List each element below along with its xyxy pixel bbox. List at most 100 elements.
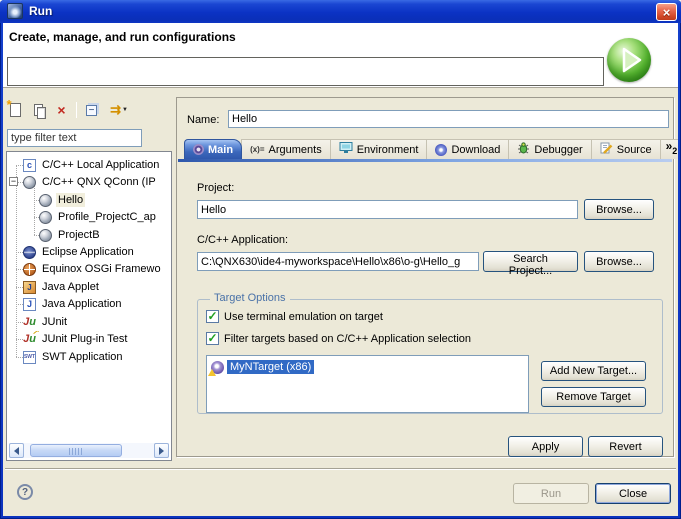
tab-arguments[interactable]: (x)= Arguments [241, 139, 331, 159]
tab-source[interactable]: Source [591, 139, 661, 159]
tree-item-java-application[interactable]: J Java Application [7, 296, 169, 312]
filter-icon: ⇉ [110, 104, 121, 116]
config-toolbar: * × − ⇉ ▼ [5, 99, 136, 121]
debugger-tab-icon [517, 142, 530, 157]
tree-item-eclipse-application[interactable]: Eclipse Application [7, 244, 169, 260]
c-application-icon: c [23, 159, 36, 172]
scroll-right-arrow[interactable] [154, 443, 169, 458]
run-button[interactable]: Run [513, 483, 589, 504]
qnx-qconn-icon [23, 176, 36, 189]
filter-targets-checkbox[interactable]: ✓ [206, 332, 219, 345]
search-project-button[interactable]: Search Project... [483, 251, 578, 272]
play-triangle-icon [607, 38, 651, 82]
close-window-button[interactable]: × [656, 3, 677, 21]
close-icon: × [663, 6, 671, 19]
download-tab-icon [435, 144, 447, 156]
header-banner: Create, manage, and run configurations [3, 23, 678, 88]
delete-icon: × [57, 103, 65, 117]
java-applet-icon: J [23, 281, 36, 294]
collapse-all-button[interactable]: − [81, 100, 102, 120]
warning-overlay-icon [208, 369, 216, 376]
check-icon: ✓ [207, 333, 217, 343]
filter-targets-checkrow: ✓ Filter targets based on C/C++ Applicat… [206, 332, 471, 345]
dropdown-caret-icon: ▼ [122, 107, 128, 113]
target-icon [211, 361, 224, 374]
tree-item-swt-application[interactable]: SWT SWT Application [7, 349, 169, 365]
java-application-icon: J [23, 298, 36, 311]
toolbar-separator [76, 102, 77, 118]
run-dialog: Run × Create, manage, and run configurat… [0, 0, 681, 519]
close-button[interactable]: Close [595, 483, 671, 504]
tab-underline [178, 159, 672, 162]
name-input[interactable] [228, 110, 669, 128]
tree-item-c-local-application[interactable]: c C/C++ Local Application [7, 157, 169, 173]
project-input[interactable] [197, 200, 578, 219]
tree-item-junit[interactable]: Ju JUnit [7, 314, 169, 330]
check-icon: ✓ [207, 311, 217, 321]
qnx-config-icon [39, 229, 52, 242]
project-browse-button[interactable]: Browse... [584, 199, 654, 220]
tree-item-profile-projectc[interactable]: Profile_ProjectC_ap [7, 209, 169, 225]
sparkle-icon: * [6, 97, 11, 112]
chevron-icon: » [666, 140, 673, 152]
terminal-emulation-checkrow: ✓ Use terminal emulation on target [206, 310, 383, 323]
dialog-heading: Create, manage, and run configurations [9, 30, 236, 44]
tree-item-qnx-qconn[interactable]: C/C++ QNX QConn (IP [7, 174, 169, 190]
title-bar[interactable]: Run × [0, 0, 681, 23]
tree-item-projectb[interactable]: ProjectB [7, 227, 169, 243]
tab-environment[interactable]: Environment [330, 139, 428, 159]
filter-input[interactable] [7, 129, 142, 147]
filter-configurations-button[interactable]: ⇉ ▼ [104, 100, 134, 120]
footer-separator [5, 468, 676, 470]
equinox-osgi-icon [23, 263, 36, 276]
window-icon [7, 3, 23, 19]
expander-minus-icon[interactable]: − [9, 177, 18, 186]
tab-main[interactable]: Main [184, 139, 242, 159]
tree-item-equinox-osgi[interactable]: Equinox OSGi Framewo [7, 261, 169, 277]
duplicate-config-icon [31, 102, 47, 119]
arguments-tab-icon: (x)= [250, 145, 264, 154]
duplicate-configuration-button[interactable] [28, 100, 49, 120]
application-label: C/C++ Application: [197, 234, 288, 246]
qnx-config-icon [39, 194, 52, 207]
eclipse-application-icon [23, 246, 36, 259]
tree-item-junit-plugin-test[interactable]: Ju↗ JUnit Plug-in Test [7, 331, 169, 347]
terminal-emulation-checkbox[interactable]: ✓ [206, 310, 219, 323]
window-title: Run [29, 4, 52, 18]
help-button[interactable]: ? [17, 484, 33, 500]
remove-target-button[interactable]: Remove Target [541, 387, 646, 407]
help-icon: ? [22, 487, 28, 498]
target-options-title: Target Options [210, 292, 290, 304]
delete-configuration-button[interactable]: × [51, 100, 72, 120]
application-input[interactable] [197, 252, 479, 271]
target-list[interactable]: MyNTarget (x86) [206, 355, 529, 413]
name-label: Name: [187, 114, 219, 126]
tree-horizontal-scrollbar[interactable] [9, 443, 169, 458]
target-list-item[interactable]: MyNTarget (x86) [211, 360, 314, 374]
environment-tab-icon [339, 142, 353, 157]
junit-icon: Ju [23, 316, 36, 329]
tab-overflow-chevron[interactable]: » 2 [660, 139, 678, 159]
configurations-tree: − c C/C++ Local Application C/C++ QNX QC… [6, 151, 172, 461]
configuration-panel: Name: Main (x)= Arguments Environment D [176, 97, 674, 457]
swt-application-icon: SWT [23, 351, 36, 364]
tab-strip: Main (x)= Arguments Environment Download… [184, 139, 678, 159]
tree-item-java-applet[interactable]: J Java Applet [7, 279, 169, 295]
add-new-target-button[interactable]: Add New Target... [541, 361, 646, 381]
scrollbar-thumb[interactable] [30, 444, 122, 457]
application-browse-button[interactable]: Browse... [584, 251, 654, 272]
new-configuration-button[interactable]: * [5, 100, 26, 120]
project-label: Project: [197, 182, 234, 194]
revert-button[interactable]: Revert [588, 436, 663, 457]
scroll-left-arrow[interactable] [9, 443, 24, 458]
new-config-icon: * [10, 103, 21, 117]
tab-download[interactable]: Download [426, 139, 509, 159]
qnx-config-icon [39, 211, 52, 224]
apply-button[interactable]: Apply [508, 436, 583, 457]
main-tab-icon [193, 144, 204, 155]
tab-debugger[interactable]: Debugger [508, 139, 591, 159]
tree-item-hello[interactable]: Hello [7, 192, 169, 208]
dialog-client-area: Create, manage, and run configurations *… [3, 23, 678, 516]
collapse-all-icon: − [86, 105, 97, 116]
run-banner-icon [607, 38, 651, 82]
